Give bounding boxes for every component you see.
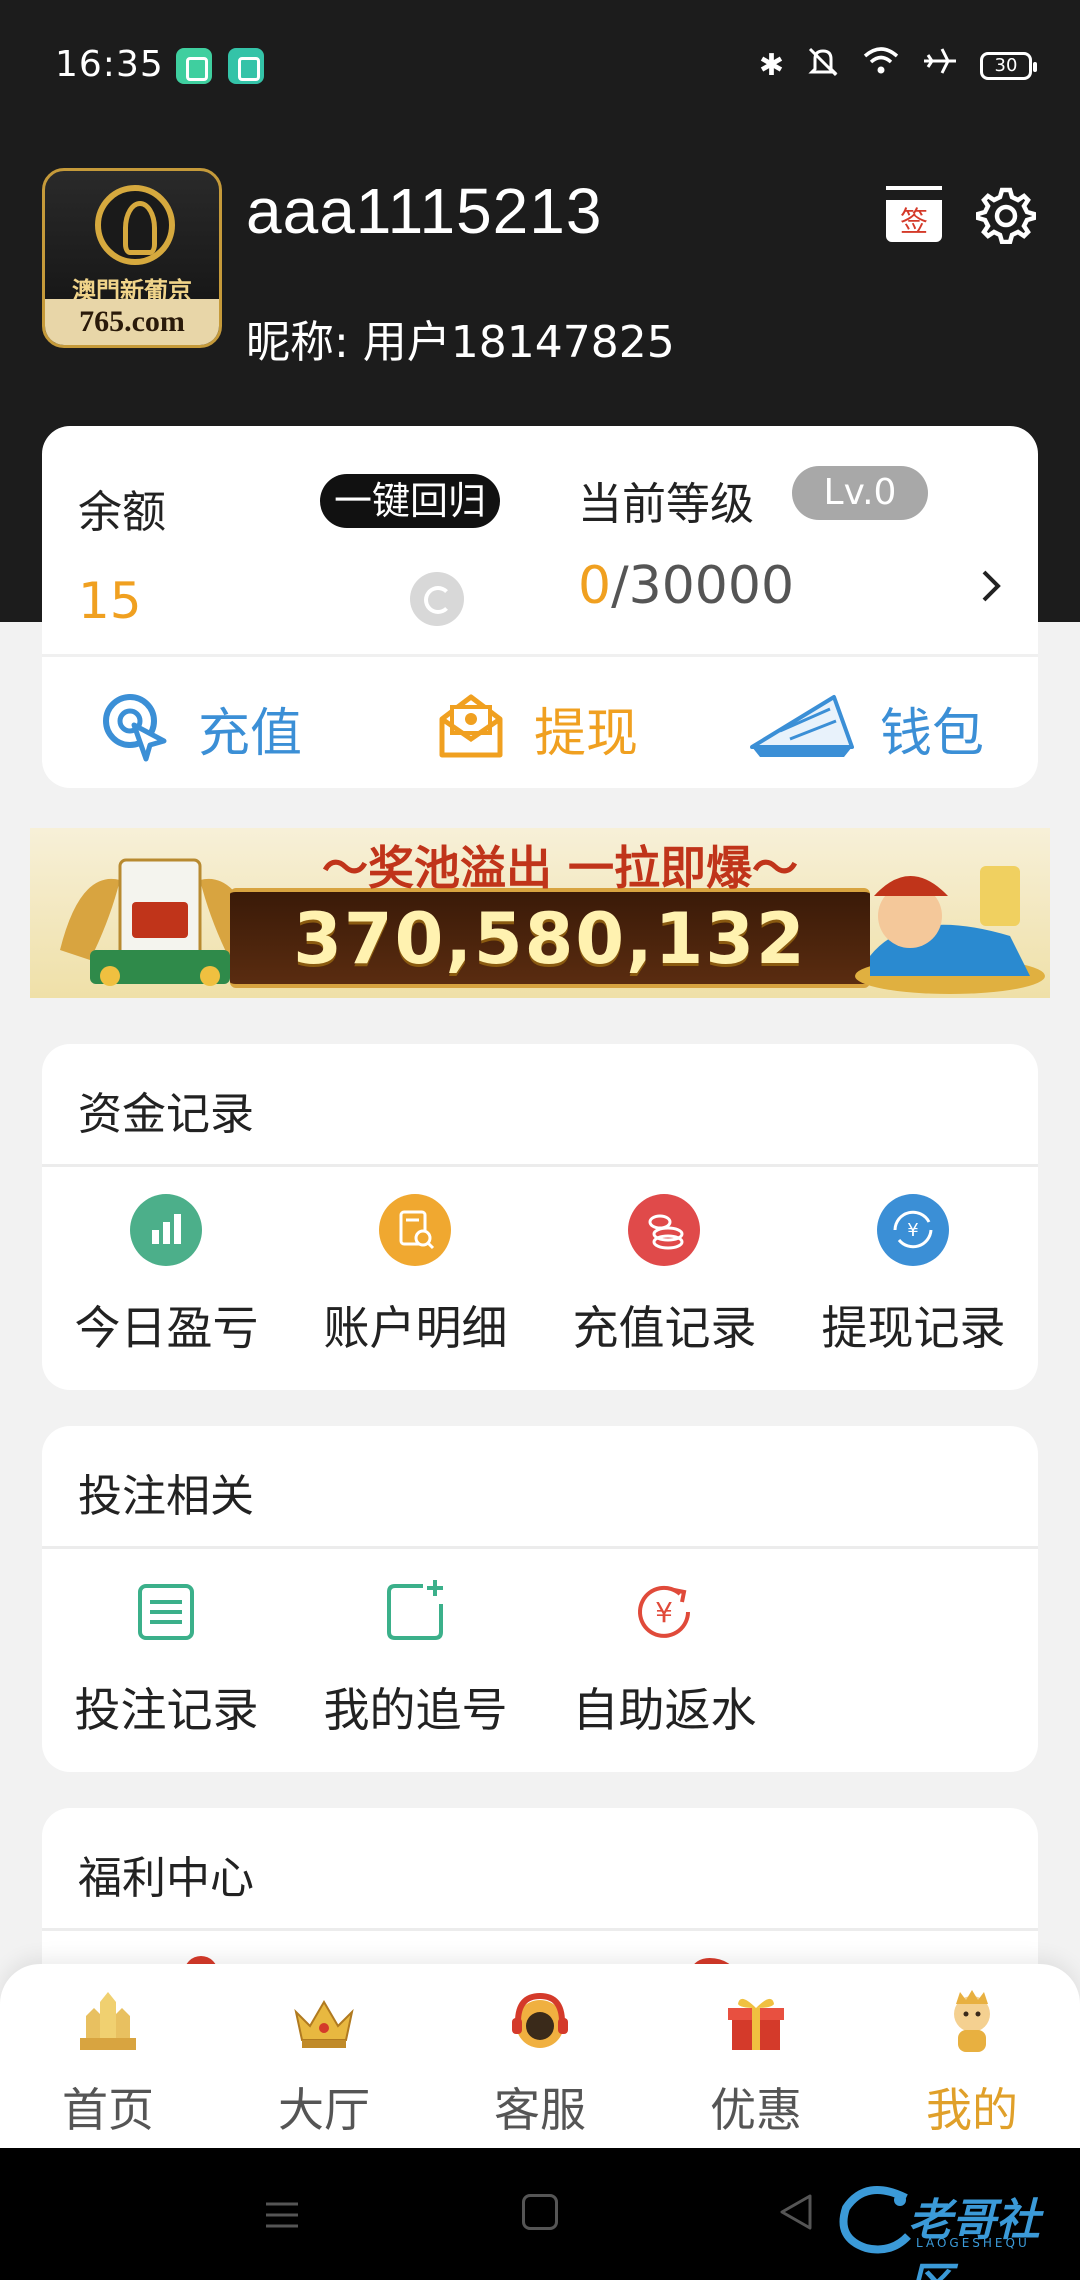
status-bar: 16:35 ✱ 30 <box>0 0 1080 130</box>
nav-label: 大厅 <box>278 2083 370 2137</box>
grid-item-label: 我的追号 <box>323 1683 508 1737</box>
calendar-top-bar <box>886 186 942 200</box>
gift-icon <box>728 1998 784 2050</box>
wallet-label: 钱包 <box>880 703 985 764</box>
grid-item-label: 今日盈亏 <box>74 1301 259 1355</box>
yen-refresh-icon: ¥ <box>628 1576 700 1648</box>
bluetooth-icon: ✱ <box>758 48 784 83</box>
nickname: 昵称: 用户18147825 <box>246 317 675 368</box>
logo-url-text: 765.com <box>45 299 219 345</box>
recharge-record-item[interactable]: 充值记录 <box>540 1194 789 1374</box>
grid-item-label: 自助返水 <box>572 1683 757 1737</box>
section-title: 投注相关 <box>78 1471 254 1522</box>
chevron-right-icon[interactable] <box>972 566 1012 606</box>
card-divider <box>42 654 1038 657</box>
level-target-points: /30000 <box>611 556 795 616</box>
nav-lobby[interactable]: 大厅 <box>216 1986 432 2137</box>
dragon-watermark-icon <box>839 2186 911 2254</box>
balance-card: 余额 一键回归 15 当前等级 Lv.0 0/30000 充值 提现 钱包 <box>42 426 1038 788</box>
mascot-icon <box>954 1990 990 2052</box>
recharge-button[interactable]: 充值 <box>98 688 302 768</box>
nav-promotions[interactable]: 优惠 <box>648 1986 864 2137</box>
coins-icon <box>628 1194 700 1266</box>
betting-section: 投注相关 投注记录 我的追号 ¥ 自助返水 <box>42 1426 1038 1772</box>
watermark-subtext: LAOGESHEQU <box>916 2236 1030 2250</box>
section-title: 资金记录 <box>78 1089 254 1140</box>
withdraw-button[interactable]: 提现 <box>434 688 638 768</box>
bet-record-item[interactable]: 投注记录 <box>42 1576 291 1756</box>
nav-label: 我的 <box>926 2083 1018 2137</box>
watermark-text: 老哥社区 <box>908 2195 1040 2280</box>
section-title: 福利中心 <box>78 1853 254 1904</box>
nav-label: 优惠 <box>710 2083 802 2137</box>
system-navigation-bar: 老哥社区 LAOGESHEQU <box>0 2148 1080 2280</box>
yen-exchange-icon: ¥ <box>877 1194 949 1266</box>
section-divider <box>42 1546 1038 1549</box>
level-badge: Lv.0 <box>792 466 928 520</box>
username: aaa1115213 <box>246 175 603 247</box>
battery-icon: 30 <box>980 52 1037 80</box>
jackpot-banner[interactable]: ～奖池溢出 一拉即爆～ 370,580,132 <box>30 828 1050 998</box>
recent-apps-icon[interactable] <box>264 2200 300 2230</box>
grid-item-label: 账户明细 <box>323 1301 508 1355</box>
one-click-return-button[interactable]: 一键回归 <box>320 474 500 528</box>
balance-value: 15 <box>78 572 142 630</box>
section-divider <box>42 1928 1038 1931</box>
jackpot-title: ～奖池溢出 一拉即爆～ <box>321 841 798 895</box>
account-details-item[interactable]: 账户明细 <box>291 1194 540 1374</box>
app-logo: 澳門新葡京 765.com <box>42 168 222 348</box>
my-chase-number-item[interactable]: 我的追号 <box>291 1576 540 1756</box>
shield-app-icon <box>176 48 212 84</box>
status-time: 16:35 <box>55 44 164 85</box>
chat-app-icon <box>228 48 264 84</box>
wallet-button[interactable]: 钱包 <box>750 688 984 768</box>
add-square-icon <box>379 1576 451 1648</box>
wallet-icon <box>750 691 854 765</box>
withdraw-record-item[interactable]: ¥ 提现记录 <box>789 1194 1038 1374</box>
home-button-icon[interactable] <box>522 2194 558 2230</box>
current-level-label: 当前等级 <box>578 479 754 530</box>
grid-item-label: 充值记录 <box>572 1301 757 1355</box>
bottom-navigation: 首页 大厅 客服 优惠 我的 <box>0 1964 1080 2148</box>
settings-gear-icon[interactable] <box>975 184 1037 245</box>
nav-label: 首页 <box>62 2083 154 2137</box>
crown-icon <box>294 2000 354 2048</box>
svg-text:¥: ¥ <box>907 1220 918 1241</box>
wifi-icon <box>862 46 900 87</box>
level-current-points: 0 <box>578 556 612 616</box>
watermark-logo: 老哥社区 LAOGESHEQU <box>836 2178 1066 2280</box>
svg-text:¥: ¥ <box>655 1596 673 1629</box>
god-of-wealth-icon <box>855 866 1045 994</box>
airplane-icon <box>922 45 958 88</box>
section-divider <box>42 1164 1038 1167</box>
nav-label: 客服 <box>494 2083 586 2137</box>
nav-home[interactable]: 首页 <box>0 1986 216 2137</box>
status-icons: ✱ 30 <box>758 45 1037 88</box>
withdraw-label: 提现 <box>534 703 639 764</box>
document-search-icon <box>379 1194 451 1266</box>
self-rebate-item[interactable]: ¥ 自助返水 <box>540 1576 789 1756</box>
home-castle-icon <box>80 1992 136 2050</box>
nav-customer-service[interactable]: 客服 <box>432 1986 648 2137</box>
sign-label: 签 <box>899 205 928 238</box>
level-progress: 0/30000 <box>578 556 794 616</box>
nav-mine[interactable]: 我的 <box>864 1986 1080 2137</box>
headset-icon <box>512 1992 568 2048</box>
grid-item-label: 提现记录 <box>821 1301 1006 1355</box>
withdraw-icon <box>434 689 508 767</box>
today-profit-loss-item[interactable]: 今日盈亏 <box>42 1194 291 1374</box>
back-triangle-icon[interactable] <box>776 2192 816 2232</box>
refresh-balance-icon[interactable] <box>410 572 464 626</box>
mute-icon <box>806 45 840 88</box>
bar-chart-icon <box>130 1194 202 1266</box>
funds-record-section: 资金记录 今日盈亏 账户明细 充值记录 ¥ 提现记录 <box>42 1044 1038 1390</box>
recharge-icon <box>98 689 172 767</box>
jackpot-amount: 370,580,132 <box>293 898 807 980</box>
grid-item-label: 投注记录 <box>74 1683 259 1737</box>
list-icon <box>130 1576 202 1648</box>
recharge-label: 充值 <box>198 703 303 764</box>
logo-emblem-icon <box>95 185 175 265</box>
balance-label: 余额 <box>78 487 166 538</box>
sign-in-calendar-button[interactable]: 签 <box>886 186 942 242</box>
